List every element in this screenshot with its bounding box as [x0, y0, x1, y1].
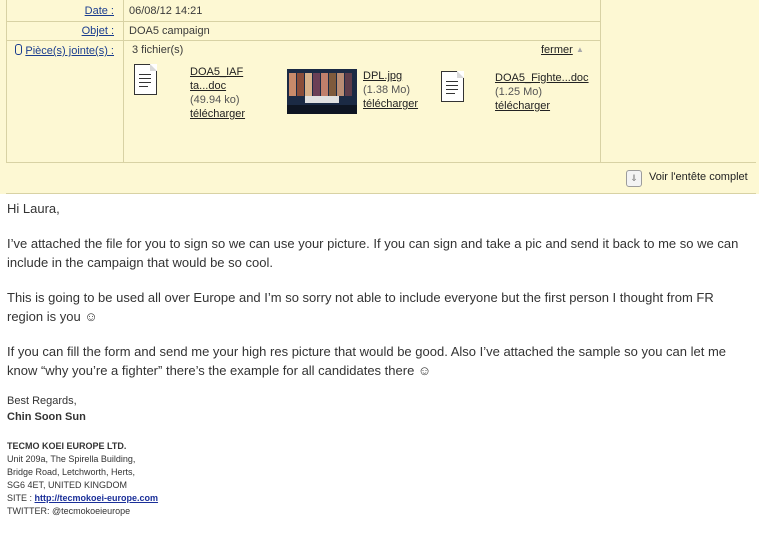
paragraph-1: I’ve attached the file for you to sign s… [7, 236, 739, 270]
paragraph-3: If you can fill the form and send me you… [7, 344, 727, 378]
file-count: 3 fichier(s) [132, 44, 184, 56]
chevron-up-icon[interactable]: ▲ [576, 45, 584, 54]
arrow-down-icon[interactable]: ⇓ [626, 170, 642, 187]
attachments-label: Pièce(s) jointe(s) : [15, 44, 114, 57]
date-label: Date : [84, 5, 114, 17]
thumb-figure [345, 73, 352, 96]
page-fold [457, 71, 464, 78]
site-link[interactable]: http://tecmokoei-europe.com [35, 493, 159, 503]
text-line [139, 82, 151, 83]
email-header-panel: Date : 06/08/12 14:21 Objet : DOA5 campa… [0, 0, 759, 194]
attachment-3-name[interactable]: DOA5_Fighte...doc [495, 72, 589, 84]
thumb-figure [305, 73, 312, 96]
divider [6, 162, 756, 163]
show-full-header-link[interactable]: Voir l'entête complet [649, 171, 748, 183]
greeting: Hi Laura, [7, 201, 60, 216]
page-fold [150, 64, 157, 71]
divider [123, 0, 124, 163]
attachment-2-download[interactable]: télécharger [363, 98, 418, 110]
text-line [446, 81, 458, 82]
address-line-3: SG6 4ET, UNITED KINGDOM [7, 480, 128, 490]
address-line-2: Bridge Road, Letchworth, Herts, [7, 467, 136, 477]
attachment-1-name-cont[interactable]: ta...doc [190, 80, 226, 92]
twitter-handle: TWITTER: @tecmokoeieurope [7, 506, 131, 516]
text-line [446, 93, 455, 94]
thumb-figure [313, 73, 320, 96]
subject-label: Objet : [81, 25, 114, 37]
attachment-1-size: (49.94 ko) [190, 94, 240, 106]
site-line: SITE : http://tecmokoei-europe.com [7, 492, 158, 505]
text-line [139, 86, 148, 87]
image-thumbnail[interactable] [287, 69, 357, 114]
text-line [446, 85, 458, 86]
thumb-figure [289, 73, 296, 96]
thumb-bottom-band [287, 105, 357, 114]
thumb-figure [321, 73, 328, 96]
paragraph-2: This is going to be used all over Europe… [7, 290, 714, 324]
divider [6, 21, 600, 22]
close-attachments-link[interactable]: fermer [541, 44, 573, 56]
sender-name: Chin Soon Sun [7, 411, 86, 423]
thumb-figure [297, 73, 304, 96]
attachment-3-download[interactable]: télécharger [495, 100, 550, 112]
divider [6, 40, 600, 41]
paperclip-icon [15, 44, 23, 55]
thumb-title-bar [305, 96, 339, 103]
thumb-figure [337, 73, 344, 96]
attachment-1-download[interactable]: télécharger [190, 108, 245, 120]
closing: Best Regards, [7, 395, 77, 407]
site-label: SITE : [7, 493, 35, 503]
text-line [139, 74, 151, 75]
divider [600, 0, 601, 163]
company-name: TECMO KOEI EUROPE LTD. [7, 441, 127, 451]
document-icon[interactable] [134, 64, 157, 95]
text-line [139, 78, 151, 79]
thumb-figure [329, 73, 336, 96]
attachment-2-name[interactable]: DPL.jpg [363, 70, 402, 82]
document-icon[interactable] [441, 71, 464, 102]
attachments-label-text: Pièce(s) jointe(s) : [25, 45, 114, 57]
address-line-1: Unit 209a, The Spirella Building, [7, 454, 136, 464]
attachment-3-size: (1.25 Mo) [495, 86, 543, 98]
divider [6, 0, 7, 163]
attachment-1-name[interactable]: DOA5_IAF [190, 66, 243, 78]
attachment-2-size: (1.38 Mo) [363, 84, 411, 96]
subject-value: DOA5 campaign [129, 25, 210, 37]
divider [6, 193, 756, 194]
date-value: 06/08/12 14:21 [129, 5, 203, 17]
text-line [446, 89, 458, 90]
